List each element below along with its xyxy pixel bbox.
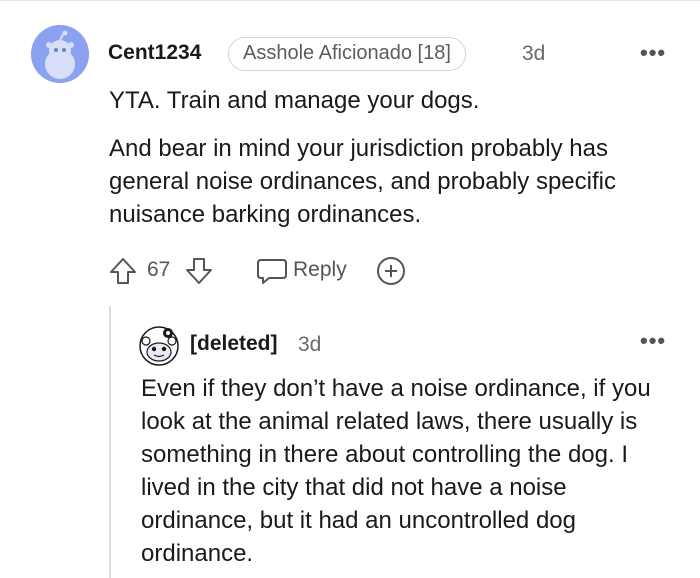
comment-username[interactable]: Cent1234 — [108, 41, 201, 65]
comment-paragraph-2: And bear in mind your jurisdiction proba… — [109, 135, 616, 228]
reply-button[interactable]: Reply — [293, 258, 347, 282]
vote-count: 67 — [147, 258, 171, 281]
user-flair-badge: Asshole Aficionado [18] — [228, 37, 466, 71]
downvote-arrow-icon[interactable] — [183, 255, 215, 292]
reply-username: [deleted] — [190, 332, 278, 355]
more-dots-icon[interactable]: ••• — [640, 328, 666, 354]
reply-timestamp[interactable]: 3d — [298, 333, 321, 357]
thread-line[interactable] — [109, 306, 111, 578]
chat-bubble-icon[interactable] — [255, 255, 289, 292]
snoo-avatar-icon[interactable] — [31, 25, 89, 83]
reply-text: Even if they don’t have a noise ordinanc… — [141, 375, 651, 567]
comment-timestamp[interactable]: 3d — [522, 42, 545, 66]
comment-paragraph-1: YTA. Train and manage your dogs. — [109, 87, 480, 114]
upvote-arrow-icon[interactable] — [107, 255, 139, 292]
award-plus-icon[interactable] — [375, 255, 407, 292]
top-divider — [0, 0, 700, 1]
deleted-snoo-avatar-icon — [139, 326, 179, 366]
more-dots-icon[interactable]: ••• — [640, 40, 666, 66]
